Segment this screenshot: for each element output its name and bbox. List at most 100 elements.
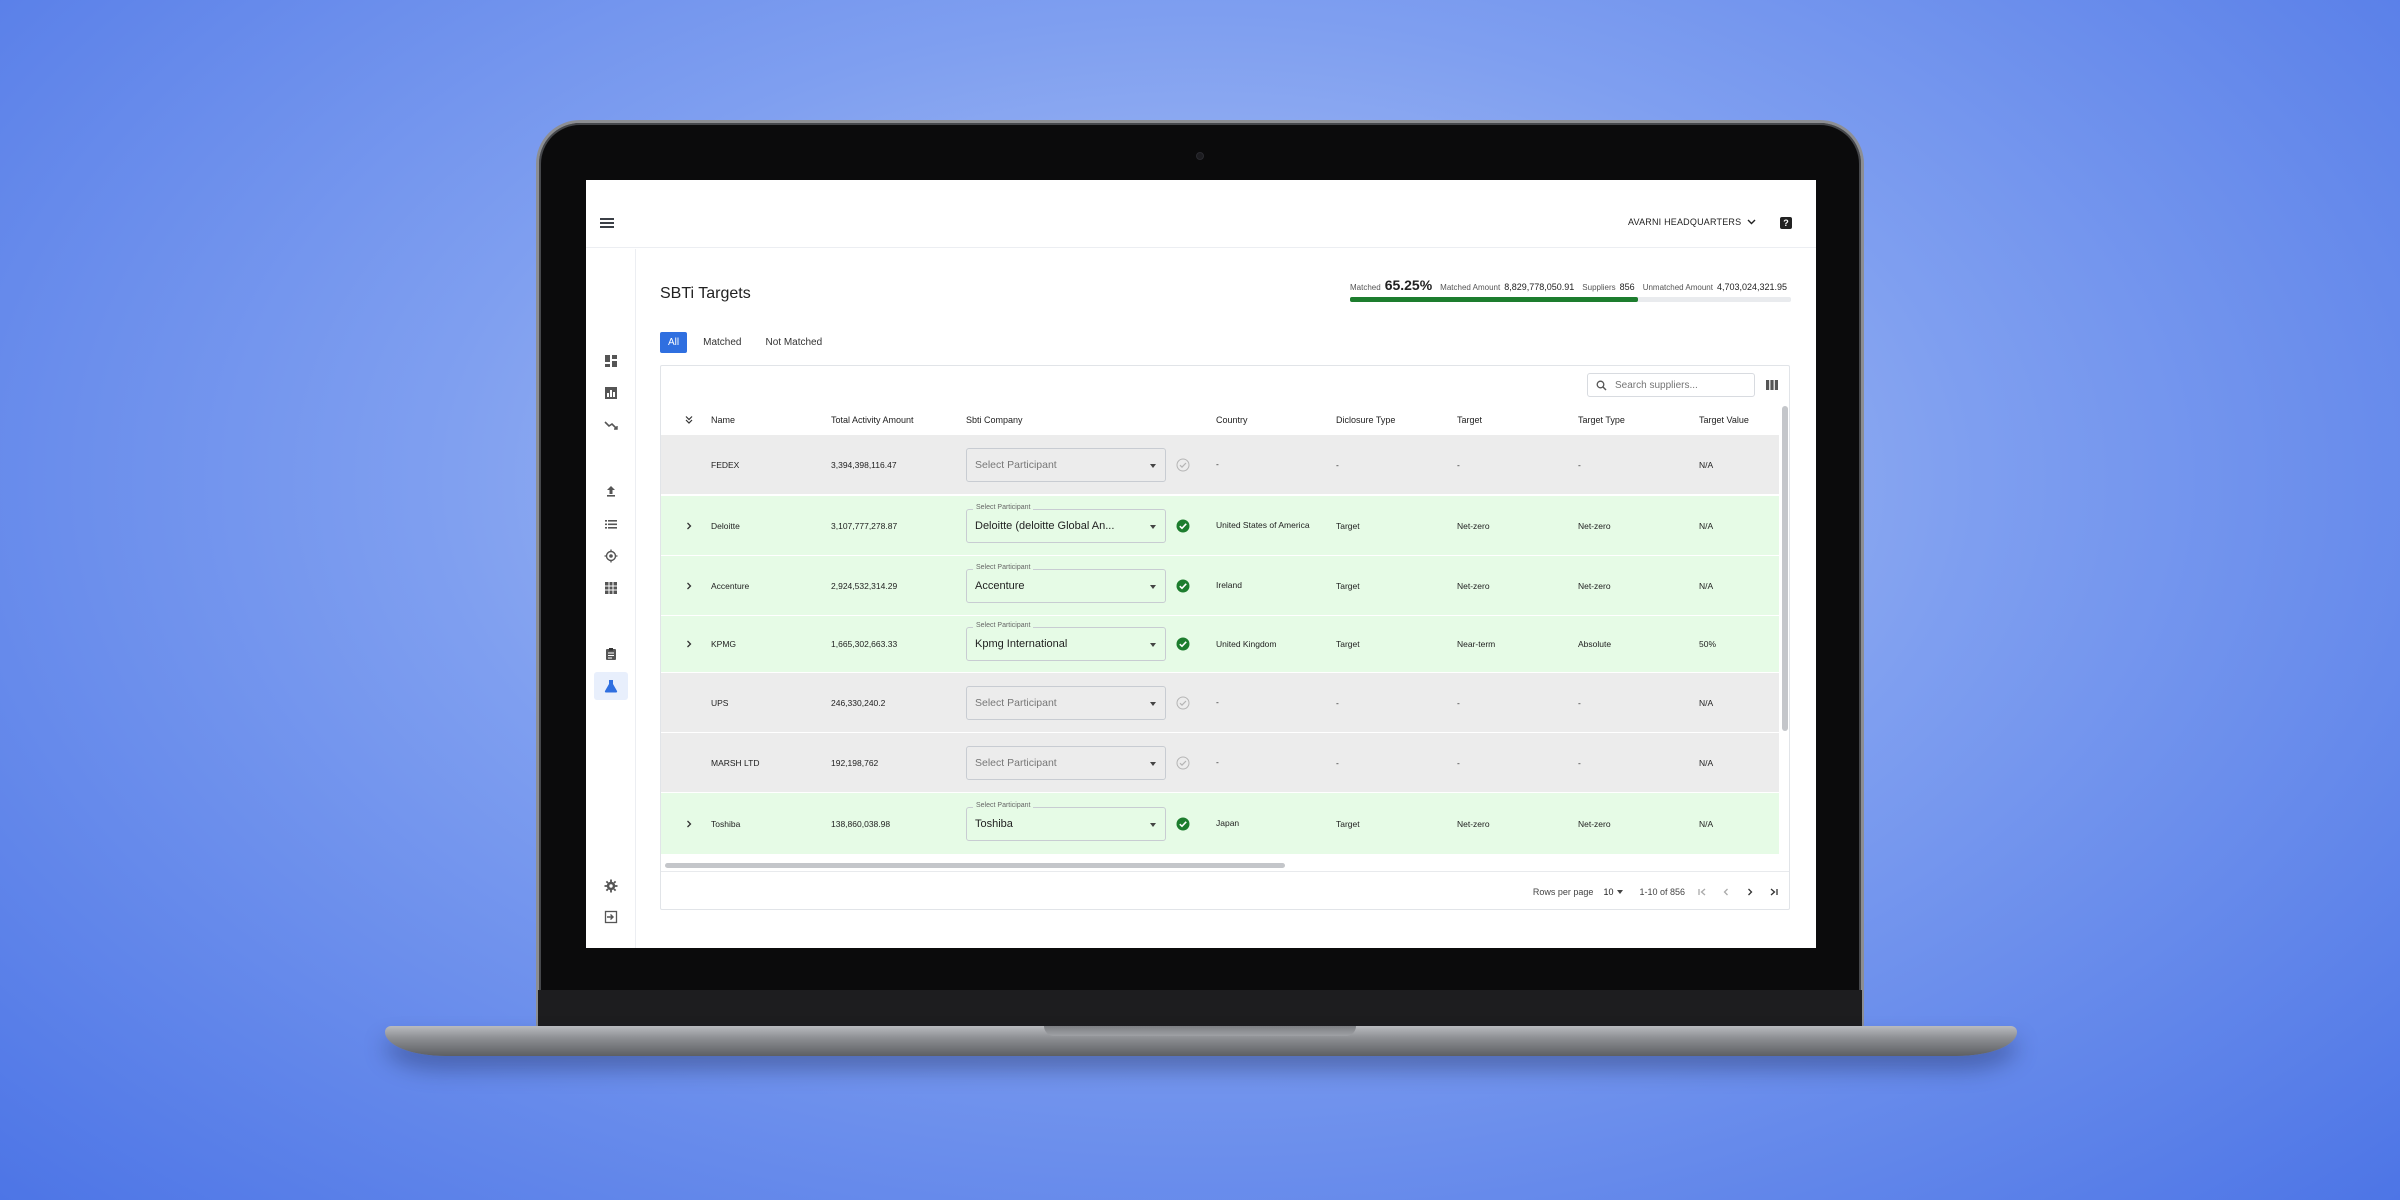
expand-all-icon[interactable] (684, 415, 694, 425)
columns-icon[interactable] (1765, 378, 1779, 392)
logout-icon[interactable] (594, 903, 628, 931)
sbti-company-value: Select Participant (975, 696, 1057, 709)
previous-page-icon[interactable] (1719, 885, 1733, 899)
sbti-company-value: Accenture (975, 579, 1025, 592)
next-page-icon[interactable] (1743, 885, 1757, 899)
column-header-target[interactable]: Target (1457, 415, 1578, 425)
cell-amount: 3,394,398,116.47 (831, 459, 897, 470)
cell-target-type: - (1578, 757, 1581, 768)
check-circle-icon (1176, 579, 1190, 592)
cell-disclosure-type: - (1336, 697, 1339, 708)
sbti-company-value: Select Participant (975, 756, 1057, 769)
rows-per-page-value: 10 (1603, 886, 1614, 897)
tab-all[interactable]: All (660, 332, 688, 353)
rows-per-page-label: Rows per page (1532, 886, 1594, 897)
cell-target: Net-zero (1457, 818, 1490, 829)
cell-disclosure-type: - (1336, 757, 1339, 768)
column-header-disclosure-type[interactable]: Diclosure Type (1336, 415, 1457, 425)
top-bar: AVARNI HEADQUARTERS ? (586, 180, 1816, 248)
cell-target-value: 50% (1699, 639, 1717, 649)
cell-amount: 246,330,240.2 (831, 697, 886, 708)
cell-country: United Kingdom (1216, 638, 1277, 649)
filter-tabs: All Matched Not Matched (660, 332, 830, 353)
cell-amount: 2,924,532,314.29 (831, 580, 898, 591)
vertical-scrollbar[interactable] (1782, 406, 1788, 731)
table-row[interactable]: MARSH LTD 192,198,762 Select Participant - -… (661, 732, 1779, 792)
expand-row-icon[interactable] (684, 639, 694, 649)
laptop-chin (538, 990, 1862, 1028)
check-circle-icon (1176, 519, 1190, 532)
table-row[interactable]: KPMG 1,665,302,663.33 Select Participant Kp… (661, 615, 1779, 672)
select-participant-label: Select Participant (973, 563, 1034, 571)
column-header-name[interactable]: Name (711, 415, 831, 425)
unmatched-amount: 4,703,024,321.95 (1716, 282, 1788, 292)
horizontal-scrollbar[interactable] (665, 863, 1285, 868)
sbti-company-select[interactable]: Select Participant Deloitte (deloitte Glo… (966, 503, 1166, 543)
cell-name: Toshiba (711, 818, 741, 829)
cell-target-type: Absolute (1578, 639, 1612, 649)
last-page-icon[interactable] (1767, 885, 1781, 899)
matched-label: Matched (1350, 283, 1381, 292)
cell-name: MARSH LTD (711, 757, 760, 768)
upload-icon[interactable] (594, 477, 628, 505)
cell-target-type: Net-zero (1578, 818, 1611, 829)
column-header-country[interactable]: Country (1216, 414, 1336, 427)
settings-icon[interactable] (594, 872, 628, 900)
rows-per-page-select[interactable]: 10 (1603, 886, 1624, 897)
dashboard-icon[interactable] (594, 347, 628, 375)
clipboard-icon[interactable] (594, 640, 628, 668)
check-circle-icon (1176, 817, 1190, 830)
cell-target-value: N/A (1699, 818, 1714, 829)
table-row[interactable]: Toshiba 138,860,038.98 Select Participant T… (661, 792, 1779, 854)
column-header-target-type[interactable]: Target Type (1578, 415, 1699, 425)
sbti-company-select[interactable]: Select Participant Kpmg International (966, 622, 1166, 661)
caret-down-icon (1617, 889, 1624, 894)
expand-row-icon[interactable] (684, 819, 694, 829)
trend-icon[interactable] (594, 411, 628, 439)
match-progress-fill (1350, 297, 1638, 302)
help-icon[interactable]: ? (1780, 217, 1792, 229)
sbti-company-select[interactable]: Select Participant (966, 685, 1166, 720)
expand-row-placeholder (684, 460, 694, 470)
column-header-sbti-company[interactable]: Sbti Company (966, 415, 1216, 425)
select-arrow-icon (1150, 701, 1156, 706)
target-icon[interactable] (594, 542, 628, 570)
cell-target-value: N/A (1699, 520, 1714, 531)
search-icon (1596, 380, 1607, 390)
cell-amount: 1,665,302,663.33 (831, 639, 898, 649)
column-header-target-value[interactable]: Target Value (1699, 415, 1779, 425)
table-row[interactable]: UPS 246,330,240.2 Select Participant - - - - N/… (661, 672, 1779, 732)
sbti-company-select[interactable]: Select Participant Accenture (966, 563, 1166, 603)
match-progress-bar (1350, 297, 1791, 302)
sbti-company-select[interactable]: Select Participant (966, 745, 1166, 780)
sbti-company-select[interactable]: Select Participant (966, 447, 1166, 482)
search-input[interactable] (1615, 379, 1745, 391)
cell-target: Net-zero (1457, 520, 1490, 531)
select-arrow-icon (1150, 524, 1156, 529)
cell-name: Deloitte (711, 520, 740, 531)
list-icon[interactable] (594, 510, 628, 538)
first-page-icon[interactable] (1695, 885, 1709, 899)
hamburger-menu-icon[interactable] (600, 218, 614, 228)
cell-target-type: - (1578, 459, 1581, 470)
cell-amount: 138,860,038.98 (831, 818, 891, 829)
table-row[interactable]: Accenture 2,924,532,314.29 Select Particip… (661, 555, 1779, 615)
app-screen: AVARNI HEADQUARTERS ? SBTi Targets Match… (586, 180, 1816, 948)
cell-name: Accenture (711, 580, 750, 591)
expand-row-icon[interactable] (684, 581, 694, 591)
table-row[interactable]: Deloitte 3,107,777,278.87 Select Participa… (661, 495, 1779, 555)
tab-matched[interactable]: Matched (695, 332, 749, 353)
grid-icon[interactable] (594, 574, 628, 602)
cell-target: - (1457, 697, 1460, 708)
flask-icon[interactable] (594, 672, 628, 700)
tab-not-matched[interactable]: Not Matched (757, 332, 830, 353)
select-participant-label: Select Participant (973, 622, 1034, 629)
cell-target-type: Net-zero (1578, 520, 1611, 531)
cell-target-type: Net-zero (1578, 580, 1611, 591)
sbti-company-select[interactable]: Select Participant Toshiba (966, 801, 1166, 841)
organization-selector[interactable]: AVARNI HEADQUARTERS (1628, 217, 1756, 227)
column-header-amount[interactable]: Total Activity Amount (831, 415, 966, 425)
table-row[interactable]: FEDEX 3,394,398,116.47 Select Participant -… (661, 434, 1779, 494)
analytics-icon[interactable] (594, 379, 628, 407)
expand-row-icon[interactable] (684, 521, 694, 531)
